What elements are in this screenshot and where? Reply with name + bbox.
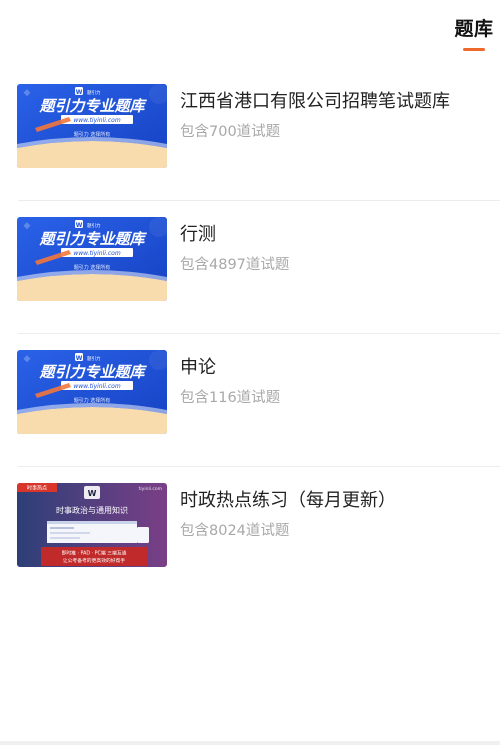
question-bank-list: W 题引力 题引力专业题库 www.tiyinli.com 题引力 选择所有 江…: [0, 68, 500, 600]
question-bank-item[interactable]: W 题引力 题引力专业题库 www.tiyinli.com 题引力 选择所有 江…: [0, 68, 500, 201]
svg-text:W: W: [76, 222, 83, 229]
question-bank-count: 包含700道试题: [180, 124, 281, 140]
question-bank-thumbnail[interactable]: 时事热点 W tiyinli.com 时事政治与通用知识 即时推 · PAD ·…: [17, 483, 167, 567]
banner-slogan: 题引力 选择所有: [74, 264, 111, 271]
question-bank-title[interactable]: 江西省港口有限公司招聘笔试题库: [180, 87, 450, 113]
tab-label: 题库: [454, 18, 494, 40]
question-bank-count: 包含8024道试题: [180, 523, 290, 539]
news-tag: 时事热点: [27, 485, 47, 492]
banner-slogan: 题引力 选择所有: [74, 397, 111, 404]
question-bank-title[interactable]: 时政热点练习（每月更新）: [180, 486, 396, 512]
tab-active-indicator: [463, 48, 485, 51]
banner-brand-text: 题引力专业题库: [38, 363, 147, 381]
banner-logo-text: 题引力: [87, 222, 101, 229]
question-bank-item[interactable]: 时事热点 W tiyinli.com 时事政治与通用知识 即时推 · PAD ·…: [0, 467, 500, 600]
svg-text:W: W: [76, 89, 83, 96]
question-bank-thumbnail[interactable]: W 题引力 题引力专业题库 www.tiyinli.com 题引力 选择所有: [17, 217, 167, 301]
banner-url: www.tiyinli.com: [73, 250, 120, 257]
banner-brand-text: 题引力专业题库: [38, 97, 147, 115]
banner-brand-text: 题引力专业题库: [38, 230, 147, 248]
news-site: tiyinli.com: [139, 486, 162, 492]
question-bank-count: 包含4897道试题: [180, 257, 290, 273]
news-title: 时事政治与通用知识: [56, 505, 128, 515]
tab-question-bank[interactable]: 题库: [452, 14, 496, 51]
question-bank-count: 包含116道试题: [180, 390, 281, 406]
news-line-1: 即时推 · PAD · PC端 三端互通: [62, 550, 127, 557]
question-bank-title[interactable]: 行测: [180, 220, 216, 246]
banner-logo-text: 题引力: [87, 355, 101, 362]
banner-slogan: 题引力 选择所有: [74, 131, 111, 138]
svg-text:W: W: [88, 489, 97, 498]
question-bank-title[interactable]: 申论: [180, 353, 216, 379]
question-bank-item[interactable]: W 题引力 题引力专业题库 www.tiyinli.com 题引力 选择所有 申…: [0, 334, 500, 467]
banner-logo-text: 题引力: [87, 89, 101, 96]
question-bank-thumbnail[interactable]: W 题引力 题引力专业题库 www.tiyinli.com 题引力 选择所有: [17, 84, 167, 168]
bottom-edge: [0, 741, 500, 745]
banner-url: www.tiyinli.com: [73, 117, 120, 124]
question-bank-item[interactable]: W 题引力 题引力专业题库 www.tiyinli.com 题引力 选择所有 行…: [0, 201, 500, 334]
top-tab-bar: 题库: [0, 0, 500, 58]
question-bank-thumbnail[interactable]: W 题引力 题引力专业题库 www.tiyinli.com 题引力 选择所有: [17, 350, 167, 434]
banner-url: www.tiyinli.com: [73, 383, 120, 390]
news-line-2: 让公考备考的更高效的好帮手: [63, 557, 126, 564]
svg-text:W: W: [76, 355, 83, 362]
